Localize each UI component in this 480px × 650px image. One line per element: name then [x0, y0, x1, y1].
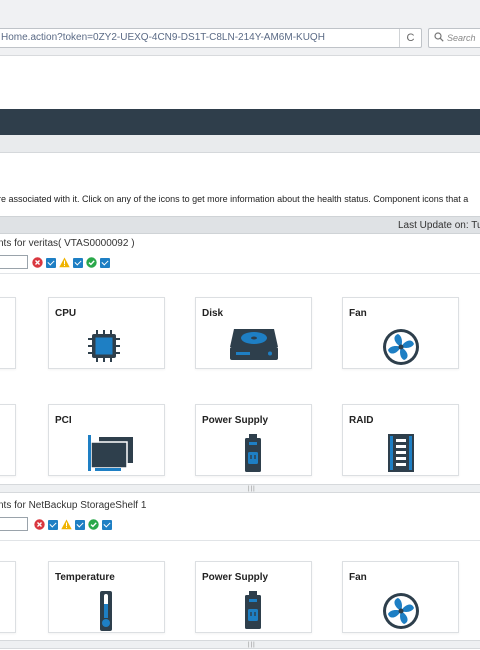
component-card-fan[interactable]: Fan	[342, 297, 459, 369]
browser-search-box[interactable]: Search	[428, 28, 480, 48]
card-label: Temperature	[55, 572, 115, 583]
warning-status-icon	[59, 257, 70, 268]
card-label: Fan	[349, 308, 367, 319]
fan-icon	[383, 593, 419, 629]
ok-status-icon	[86, 257, 97, 268]
health-info-text: re associated with it. Click on any of t…	[0, 194, 469, 204]
ok-filter-checkbox[interactable]	[102, 519, 112, 530]
card-label: CPU	[55, 308, 77, 319]
app-header-bar	[0, 109, 480, 135]
component-card-fan[interactable]: Fan	[342, 561, 459, 633]
splitter-grip: |||	[248, 486, 256, 492]
browser-toolbar: Home.action?token=0ZY2-UEXQ-4CN9-DS1T-C8…	[0, 0, 480, 56]
section-title-storageshelf: nts for NetBackup StorageShelf 1	[0, 500, 147, 511]
search-icon	[434, 32, 444, 42]
component-card-partial[interactable]	[0, 404, 16, 476]
fan-icon	[383, 329, 419, 365]
warning-filter-checkbox[interactable]	[73, 257, 83, 268]
cpu-icon	[88, 330, 120, 362]
section-divider	[0, 273, 480, 274]
component-card-raid[interactable]: RAID	[342, 404, 459, 476]
section-divider	[0, 540, 480, 541]
component-card-partial[interactable]	[0, 561, 16, 633]
disk-icon	[230, 329, 278, 360]
component-card-disk[interactable]: Disk	[195, 297, 312, 369]
filter-input[interactable]	[0, 255, 28, 269]
card-label: RAID	[349, 415, 374, 426]
panel-splitter[interactable]: |||	[0, 484, 480, 493]
temperature-icon	[100, 591, 112, 631]
card-label: Power Supply	[202, 572, 269, 583]
component-card-cpu[interactable]: CPU	[48, 297, 165, 369]
card-label: Power Supply	[202, 415, 269, 426]
splitter-grip: |||	[248, 642, 256, 648]
error-filter-checkbox[interactable]	[46, 257, 56, 268]
ok-status-icon	[88, 519, 99, 530]
warning-filter-checkbox[interactable]	[75, 519, 85, 530]
search-placeholder: Search	[447, 33, 476, 43]
card-label: PCI	[55, 415, 72, 426]
power-supply-icon	[245, 434, 261, 472]
pci-icon	[88, 435, 133, 471]
panel-splitter[interactable]: |||	[0, 640, 480, 649]
power-supply-icon	[245, 591, 261, 629]
ok-filter-checkbox[interactable]	[100, 257, 110, 268]
sub-header-strip	[0, 135, 480, 153]
component-card-temperature[interactable]: Temperature	[48, 561, 165, 633]
filter-input[interactable]	[0, 517, 28, 531]
section-title-veritas: nts for veritas( VTAS0000092 )	[0, 238, 135, 249]
last-update-bar: Last Update on: Tu	[0, 216, 480, 234]
component-card-partial[interactable]	[0, 297, 16, 369]
component-card-pci[interactable]: PCI	[48, 404, 165, 476]
component-card-power-supply[interactable]: Power Supply	[195, 561, 312, 633]
status-filter-row	[32, 257, 110, 268]
reload-button[interactable]: C	[399, 29, 421, 47]
status-filter-row	[34, 519, 112, 530]
address-url: Home.action?token=0ZY2-UEXQ-4CN9-DS1T-C8…	[1, 32, 325, 43]
raid-icon	[388, 434, 414, 472]
error-status-icon	[32, 257, 43, 268]
component-card-power-supply[interactable]: Power Supply	[195, 404, 312, 476]
address-bar[interactable]: Home.action?token=0ZY2-UEXQ-4CN9-DS1T-C8…	[0, 28, 422, 48]
card-label: Fan	[349, 572, 367, 583]
error-filter-checkbox[interactable]	[48, 519, 58, 530]
warning-status-icon	[61, 519, 72, 530]
card-label: Disk	[202, 308, 224, 319]
last-update-text: Last Update on: Tu	[398, 220, 480, 231]
error-status-icon	[34, 519, 45, 530]
page-top-band	[0, 57, 480, 109]
